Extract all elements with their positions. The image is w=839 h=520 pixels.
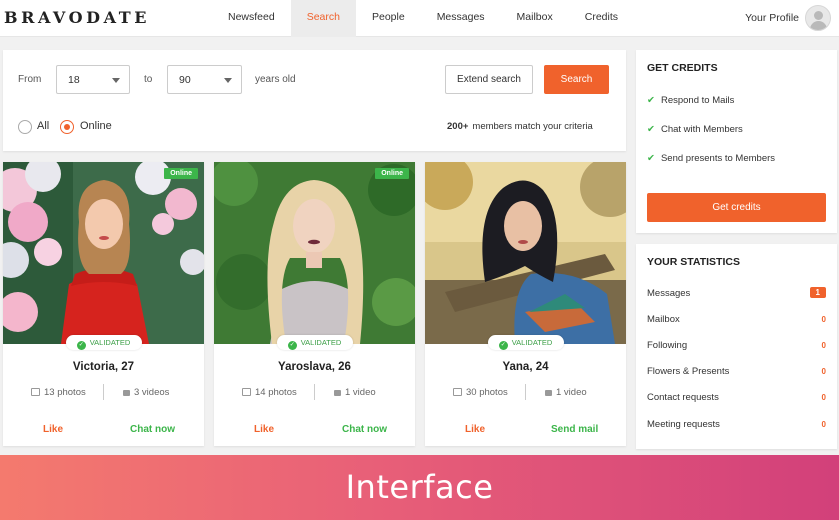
brand-logo[interactable]: BRAVODATE	[4, 8, 150, 27]
panel-title: GET CREDITS	[647, 62, 718, 74]
stat-row-meeting-requests[interactable]: Meeting requests 0	[647, 419, 826, 437]
radio-all[interactable]	[18, 120, 32, 134]
check-icon: ✔	[647, 124, 655, 135]
nav-messages[interactable]: Messages	[421, 0, 501, 37]
stat-row-following[interactable]: Following 0	[647, 340, 826, 358]
age-to-select[interactable]: 90	[167, 65, 242, 94]
photos-count[interactable]: 14 photos	[242, 387, 297, 398]
radio-online[interactable]	[60, 120, 74, 134]
get-credits-button[interactable]: Get credits	[647, 193, 826, 222]
videos-count[interactable]: 1 video	[334, 387, 376, 398]
main-nav: Newsfeed Search People Messages Mailbox …	[212, 0, 634, 37]
match-text: members match your criteria	[472, 121, 593, 132]
top-navigation-bar: BRAVODATE Newsfeed Search People Message…	[0, 0, 839, 37]
like-button[interactable]: Like	[254, 424, 274, 435]
member-card[interactable]: Online ✓ VALIDATED Yaroslava, 26 14 photo…	[214, 162, 415, 446]
profile-link[interactable]: Your Profile	[745, 12, 799, 24]
chat-now-button[interactable]: Chat now	[342, 424, 387, 435]
chat-now-button[interactable]: Chat now	[130, 424, 175, 435]
feature-item: ✔ Send presents to Members	[647, 153, 776, 164]
photos-icon	[242, 388, 251, 396]
age-from-value: 18	[68, 74, 80, 86]
photos-icon	[453, 388, 462, 396]
match-count: 200+	[447, 121, 469, 132]
nav-mailbox[interactable]: Mailbox	[501, 0, 569, 37]
get-credits-panel: GET CREDITS ✔ Respond to Mails ✔ Chat with…	[636, 50, 837, 233]
chevron-down-icon	[224, 78, 232, 83]
feature-item: ✔ Respond to Mails	[647, 95, 735, 106]
like-button[interactable]: Like	[465, 424, 485, 435]
radio-all-label[interactable]: All	[37, 120, 49, 132]
from-label: From	[18, 74, 42, 85]
member-card[interactable]: ✓ VALIDATED Yana, 24 30 photos 1 video Li…	[425, 162, 626, 446]
banner-title: Interface	[345, 468, 494, 506]
user-head-icon	[814, 11, 823, 20]
count-value: 0	[821, 367, 826, 376]
avatar[interactable]	[805, 5, 831, 31]
video-icon	[545, 390, 552, 396]
check-icon: ✓	[287, 341, 297, 350]
nav-search[interactable]: Search	[290, 0, 356, 37]
chevron-down-icon	[112, 78, 120, 83]
nav-credits[interactable]: Credits	[569, 0, 634, 37]
like-button[interactable]: Like	[43, 424, 63, 435]
member-photo[interactable]	[425, 162, 626, 344]
stat-row-mailbox[interactable]: Mailbox 0	[647, 314, 826, 332]
age-to-value: 90	[179, 74, 191, 86]
divider	[314, 384, 315, 400]
video-icon	[123, 390, 130, 396]
extend-search-button[interactable]: Extend search	[445, 65, 533, 94]
age-from-select[interactable]: 18	[56, 65, 130, 94]
count-value: 0	[821, 420, 826, 429]
check-icon: ✔	[647, 95, 655, 106]
member-name[interactable]: Yaroslava, 26	[214, 361, 415, 373]
stat-row-contact-requests[interactable]: Contact requests 0	[647, 392, 826, 410]
photos-count[interactable]: 30 photos	[453, 387, 508, 398]
photos-icon	[31, 388, 40, 396]
count-value: 0	[821, 341, 826, 350]
years-old-label: years old	[255, 74, 296, 85]
search-button[interactable]: Search	[544, 65, 609, 94]
photos-count[interactable]: 13 photos	[31, 387, 86, 398]
send-mail-button[interactable]: Send mail	[551, 424, 598, 435]
interface-banner: Interface	[0, 455, 839, 520]
radio-online-label[interactable]: Online	[80, 120, 112, 132]
check-icon: ✔	[647, 153, 655, 164]
nav-newsfeed[interactable]: Newsfeed	[212, 0, 291, 37]
videos-count[interactable]: 3 videos	[123, 387, 169, 398]
count-badge: 1	[809, 287, 826, 298]
match-summary: 200+ members match your criteria	[447, 121, 593, 132]
panel-title: YOUR STATISTICS	[647, 256, 740, 268]
stat-row-flowers-presents[interactable]: Flowers & Presents 0	[647, 366, 826, 384]
member-name[interactable]: Yana, 24	[425, 361, 626, 373]
check-icon: ✓	[76, 341, 86, 350]
to-label: to	[144, 74, 153, 85]
nav-people[interactable]: People	[356, 0, 421, 37]
divider	[103, 384, 104, 400]
member-name[interactable]: Victoria, 27	[3, 361, 204, 373]
statistics-panel: YOUR STATISTICS Messages 1 Mailbox 0 Follo…	[636, 244, 837, 449]
videos-count[interactable]: 1 video	[545, 387, 587, 398]
validated-badge: ✓ VALIDATED	[65, 335, 142, 350]
online-badge: Online	[164, 168, 198, 179]
video-icon	[334, 390, 341, 396]
stat-row-messages[interactable]: Messages 1	[647, 287, 826, 306]
online-badge: Online	[375, 168, 409, 179]
member-photo[interactable]: Online	[3, 162, 204, 344]
search-filter-panel: From 18 to 90 years old Extend search Se…	[3, 50, 626, 151]
count-value: 0	[821, 393, 826, 402]
divider	[525, 384, 526, 400]
validated-badge: ✓ VALIDATED	[276, 335, 353, 350]
user-body-icon	[810, 21, 827, 30]
validated-badge: ✓ VALIDATED	[487, 335, 564, 350]
member-photo[interactable]: Online	[214, 162, 415, 344]
member-card[interactable]: Online ✓ VALIDATED Victoria, 27 13 photos…	[3, 162, 204, 446]
check-icon: ✓	[498, 341, 508, 350]
feature-item: ✔ Chat with Members	[647, 124, 743, 135]
count-value: 0	[821, 315, 826, 324]
